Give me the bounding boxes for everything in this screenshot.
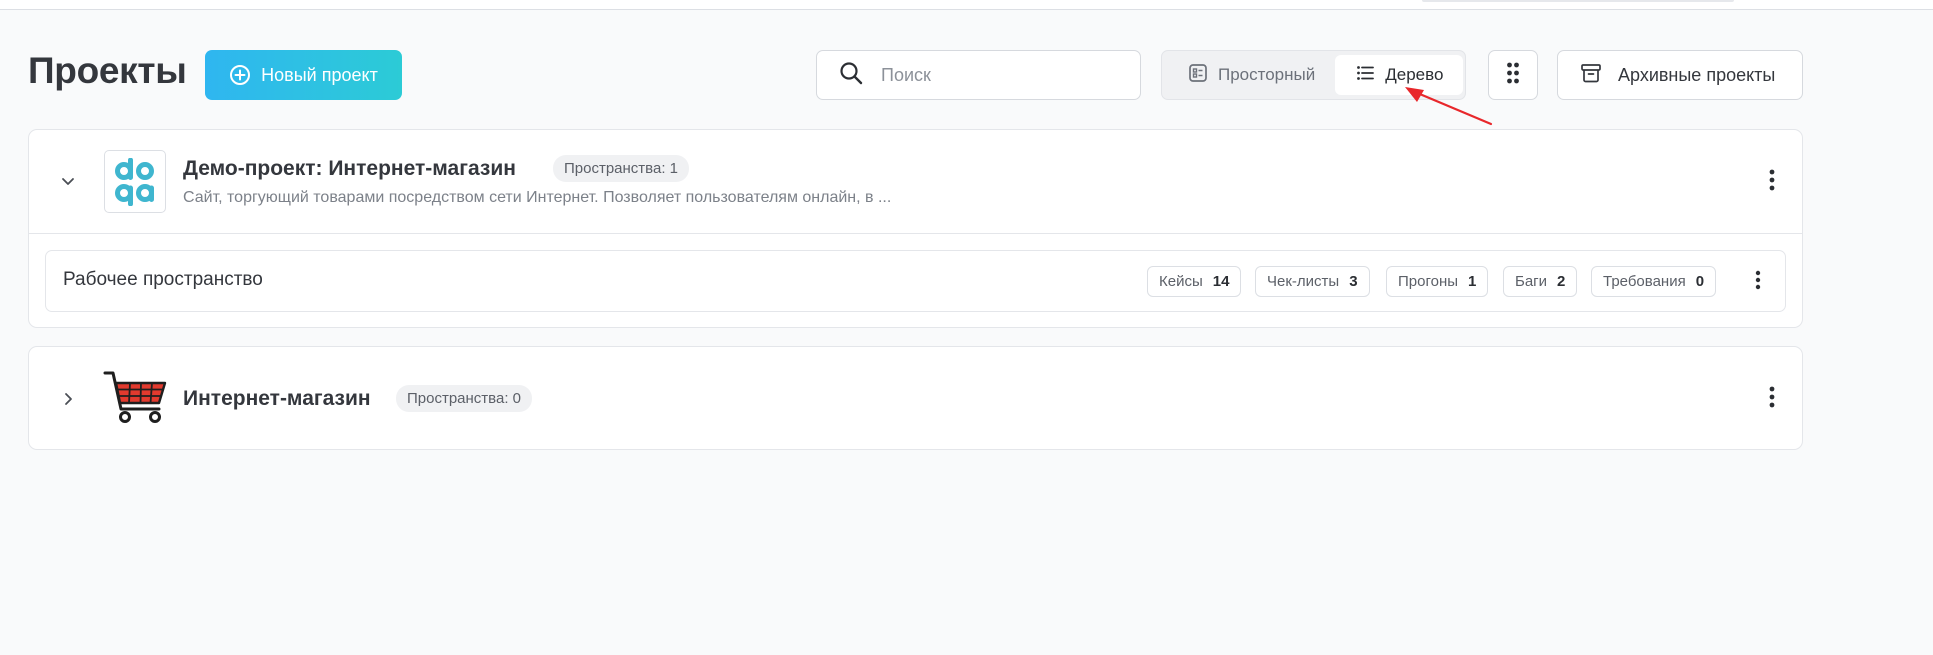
new-project-label: Новый проект [261,64,378,85]
view-option-tree-label: Дерево [1385,65,1444,84]
kebab-menu-icon [1769,386,1775,413]
stat-cases[interactable]: Кейсы 14 [1147,266,1242,297]
kebab-menu-icon [1755,270,1761,295]
stat-label: Кейсы [1159,273,1203,290]
stat-bugs[interactable]: Баги 2 [1503,266,1578,297]
stat-value: 1 [1468,273,1477,290]
tree-list-icon [1355,63,1375,88]
stat-label: Баги [1515,273,1548,290]
stat-value: 14 [1212,273,1230,290]
spaces-badge: Пространства: 0 [396,385,532,412]
top-bar [0,0,1933,10]
chevron-down-icon[interactable] [59,172,77,195]
stat-label: Чек-листы [1267,273,1340,290]
view-option-spacious[interactable]: Просторный [1166,55,1335,95]
stat-label: Требования [1603,273,1686,290]
view-option-spacious-label: Просторный [1218,65,1316,84]
annotation-arrow [1400,84,1500,134]
kebab-menu-icon [1769,169,1775,196]
search-box[interactable] [816,50,1141,100]
stat-checklists[interactable]: Чек-листы 3 [1255,266,1370,297]
search-icon [839,61,863,90]
dots-grid-icon [1506,61,1520,90]
shopping-cart-logo [103,369,169,430]
stat-value: 3 [1349,273,1358,290]
new-project-button[interactable]: Новый проект [205,50,402,100]
project-menu-button[interactable] [1760,167,1784,197]
workspace-row[interactable]: Рабочее пространство Кейсы 14 Чек-листы … [45,250,1786,312]
project-card: Демо-проект: Интернет-магазин Пространст… [28,129,1803,328]
list-card-icon [1188,63,1208,88]
project-title[interactable]: Интернет-магазин [183,387,371,411]
workspace-title: Рабочее пространство [63,269,263,290]
stat-value: 2 [1557,273,1566,290]
project-title[interactable]: Демо-проект: Интернет-магазин [183,157,516,181]
stat-runs[interactable]: Прогоны 1 [1386,266,1489,297]
project-menu-button[interactable] [1760,384,1784,414]
project-description: Сайт, торгующий товарами посредством сет… [183,189,892,206]
stat-requirements[interactable]: Требования 0 [1591,266,1717,297]
archived-projects-button[interactable]: Архивные проекты [1557,50,1803,100]
archived-projects-label: Архивные проекты [1618,64,1776,85]
search-input[interactable] [881,64,1111,86]
page-title: Проекты [28,50,187,91]
card-divider [29,233,1802,234]
project-card: Интернет-магазин Пространства: 0 [28,346,1803,450]
archive-box-icon [1580,62,1602,89]
project-logo [104,150,166,213]
stat-value: 0 [1695,273,1705,290]
top-bar-tab [1422,0,1734,2]
workspace-menu-button[interactable] [1746,267,1770,297]
plus-circle-icon [229,64,251,86]
spaces-badge: Пространства: 1 [553,155,689,182]
chevron-right-icon[interactable] [59,390,77,413]
stat-label: Прогоны [1398,273,1459,290]
